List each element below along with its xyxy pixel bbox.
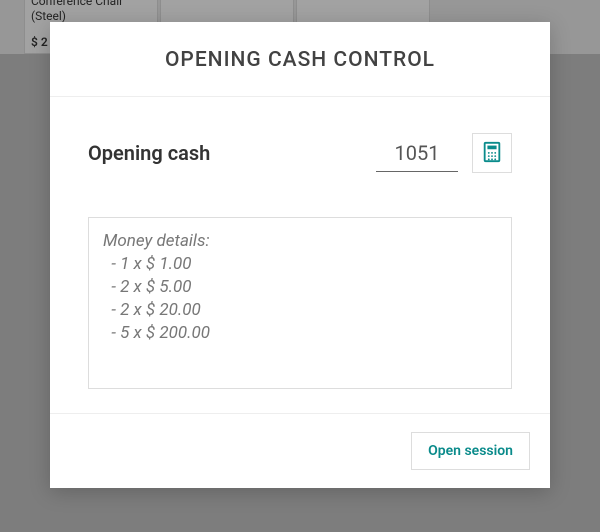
modal-footer: Open session	[50, 413, 550, 488]
opening-cash-label: Opening cash	[88, 141, 210, 165]
opening-cash-input[interactable]	[376, 135, 458, 172]
modal-header: OPENING CASH CONTROL	[50, 22, 550, 97]
money-details-textarea[interactable]	[88, 217, 512, 389]
open-session-button[interactable]: Open session	[411, 432, 530, 470]
calculator-icon	[481, 141, 503, 166]
modal-title: OPENING CASH CONTROL	[70, 48, 530, 72]
input-group	[376, 133, 512, 173]
modal-body: Opening cash	[50, 97, 550, 413]
opening-cash-row: Opening cash	[88, 133, 512, 173]
calculator-button[interactable]	[472, 133, 512, 173]
opening-cash-modal: OPENING CASH CONTROL Opening cash	[50, 22, 550, 488]
